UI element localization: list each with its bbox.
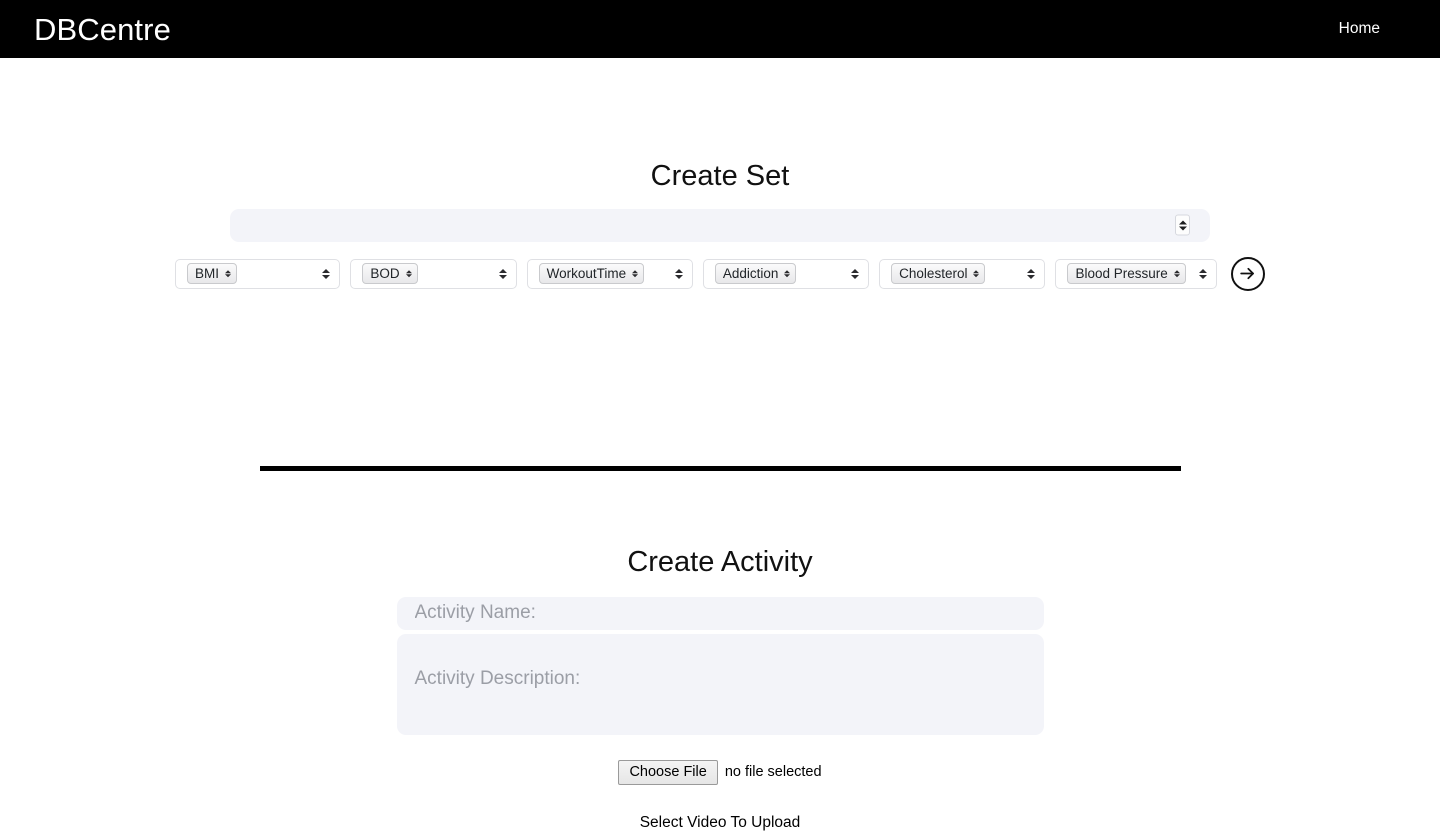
arrow-right-circle-icon <box>1238 264 1257 283</box>
activity-description-input[interactable] <box>396 633 1044 735</box>
metric-inner-select-1[interactable]: BMI <box>187 263 238 285</box>
chevron-updown-icon <box>632 270 639 278</box>
chevron-updown-icon <box>405 270 412 278</box>
set-number-field-wrapper <box>230 208 1210 242</box>
metric-select-row: BMI BOD WorkoutTime Addiction Cholestero… <box>175 256 1265 291</box>
metric-outer-select-1[interactable]: BMI <box>175 258 341 289</box>
chevron-updown-icon <box>784 270 791 278</box>
chevron-updown-icon <box>322 268 331 279</box>
select-video-to-upload-label: Select Video To Upload <box>639 814 801 831</box>
navbar-links: Home <box>1339 21 1380 37</box>
metric-inner-select-label-4: Addiction <box>722 266 779 282</box>
create-activity-title: Create Activity <box>627 546 813 578</box>
section-divider <box>260 466 1181 471</box>
chevron-updown-icon <box>1173 270 1180 278</box>
chevron-updown-icon <box>1027 268 1036 279</box>
metric-inner-select-3[interactable]: WorkoutTime <box>538 263 645 285</box>
create-activity-section: Create Activity Choose File no file sele… <box>0 545 1440 831</box>
chevron-updown-icon <box>674 268 683 279</box>
chevron-updown-icon <box>973 270 980 278</box>
brand-logo-dbcentre[interactable]: DBCentre <box>34 14 171 45</box>
chevron-updown-icon <box>498 268 507 279</box>
top-navbar: DBCentre Home <box>0 0 1440 58</box>
metric-inner-select-label-5: Cholesterol <box>899 266 968 282</box>
metric-inner-select-4[interactable]: Addiction <box>714 263 797 285</box>
metric-outer-select-2[interactable]: BOD <box>350 258 517 289</box>
submit-set-button[interactable] <box>1230 256 1265 291</box>
stepper-up-icon[interactable] <box>1178 220 1187 225</box>
set-number-input[interactable] <box>230 208 1210 242</box>
metric-outer-select-5[interactable]: Cholesterol <box>879 258 1046 289</box>
nav-link-home[interactable]: Home <box>1339 21 1380 37</box>
page-content: Create Set BMI BOD WorkoutTime Addiction… <box>0 58 1440 831</box>
metric-select-cell-1: BMI <box>175 258 341 289</box>
metric-inner-select-5[interactable]: Cholesterol <box>891 263 986 285</box>
chevron-updown-icon <box>851 268 860 279</box>
metric-inner-select-2[interactable]: BOD <box>362 263 418 285</box>
file-selection-status: no file selected <box>724 764 822 781</box>
stepper-down-icon[interactable] <box>1178 226 1187 231</box>
choose-file-button[interactable]: Choose File <box>618 759 718 786</box>
metric-select-cell-2: BOD <box>350 258 517 289</box>
metric-outer-select-3[interactable]: WorkoutTime <box>526 258 693 289</box>
metric-inner-select-label-2: BOD <box>370 266 400 282</box>
chevron-updown-icon <box>1198 268 1207 279</box>
metric-inner-select-label-3: WorkoutTime <box>546 266 627 282</box>
metric-outer-select-6[interactable]: Blood Pressure <box>1055 258 1217 289</box>
metric-select-cell-6: Blood Pressure <box>1055 258 1217 289</box>
metric-select-cell-3: WorkoutTime <box>526 258 693 289</box>
metric-inner-select-label-6: Blood Pressure <box>1075 266 1168 282</box>
metric-outer-select-4[interactable]: Addiction <box>702 258 870 289</box>
create-set-section: Create Set BMI BOD WorkoutTime Addiction… <box>0 159 1440 291</box>
activity-name-input[interactable] <box>396 596 1044 630</box>
metric-inner-select-label-1: BMI <box>195 266 220 282</box>
metric-select-cell-5: Cholesterol <box>879 258 1046 289</box>
metric-inner-select-6[interactable]: Blood Pressure <box>1067 263 1186 285</box>
number-stepper-icon[interactable] <box>1175 214 1190 236</box>
chevron-updown-icon <box>225 270 232 278</box>
file-picker-row: Choose File no file selected <box>0 759 1440 786</box>
create-set-title: Create Set <box>650 160 790 192</box>
metric-select-cell-4: Addiction <box>702 258 870 289</box>
